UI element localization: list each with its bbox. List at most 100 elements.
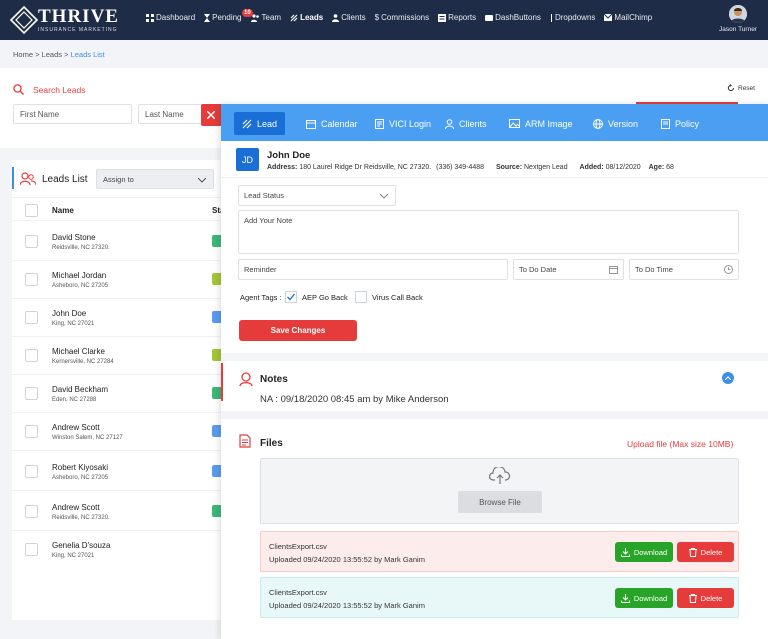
upload-file-link[interactable]: Upload file (Max size 10MB)	[627, 439, 733, 449]
table-row[interactable]: Michael Clarke Kernersville, NC 27284	[12, 337, 230, 375]
lead-name[interactable]: Andrew Scott	[52, 423, 100, 432]
nav-item-label: Leads	[300, 13, 324, 22]
file-uploaded-info: Uploaded 09/24/2020 13:55:52 by Mark Gan…	[269, 601, 425, 610]
note-textarea[interactable]: Add Your Note	[238, 210, 739, 254]
save-changes-button[interactable]: Save Changes	[239, 320, 357, 341]
chevron-down-icon	[380, 194, 388, 199]
table-row[interactable]: John Doe King, NC 27021	[12, 299, 230, 337]
lead-name[interactable]: Andrew Scott	[52, 503, 100, 512]
nav-item-reports[interactable]: Reports	[438, 13, 476, 22]
nav-item-leads[interactable]: Leads	[290, 13, 323, 22]
tab-arm-image[interactable]: ARM Image	[501, 112, 581, 135]
nav-item-label: Dropdowns	[554, 13, 596, 22]
notes-accent-bar	[221, 363, 223, 401]
user-name: Jason Turner	[719, 26, 757, 33]
nav-item-label: Pending	[212, 13, 242, 22]
lead-status-select[interactable]: Lead Status	[238, 185, 396, 206]
row-checkbox[interactable]	[25, 543, 38, 556]
row-checkbox[interactable]	[25, 273, 38, 286]
lead-name[interactable]: David Stone	[52, 233, 96, 242]
tab-policy[interactable]: Policy	[653, 112, 707, 135]
download-label: Download	[633, 593, 668, 603]
assign-to-select[interactable]: Assign to	[96, 169, 214, 189]
lead-name[interactable]: David Beckham	[52, 385, 108, 394]
table-row[interactable]: David Beckham Eden, NC 27288	[12, 375, 230, 413]
lead-address: Asheboro, NC 27205	[52, 283, 109, 289]
divider	[221, 177, 768, 178]
reset-button[interactable]: Reset	[727, 84, 755, 92]
lead-name[interactable]: Robert Kiyosaki	[52, 463, 108, 472]
breadcrumb-home[interactable]: Home	[13, 50, 33, 59]
delete-button[interactable]: Delete	[677, 542, 734, 562]
row-checkbox[interactable]	[25, 235, 38, 248]
breadcrumb-leads[interactable]: Leads	[42, 50, 62, 59]
nav-item-label: Clients	[341, 13, 366, 22]
clear-search-button[interactable]	[201, 104, 221, 126]
tag-aep-go-back[interactable]: AEP Go Back	[285, 291, 348, 303]
trash-icon	[688, 547, 697, 557]
tab-label: Lead	[257, 118, 278, 129]
lead-info-line: Address: 180 Laurel Ridge Dr Reidsville,…	[267, 164, 674, 171]
lead-phone[interactable]: (336) 349-4488	[436, 164, 484, 171]
nav-item-mailchimp[interactable]: MailChimp	[604, 13, 652, 22]
source-label: Source:	[495, 164, 523, 171]
tab-calendar[interactable]: Calendar	[298, 112, 366, 135]
tab-clients[interactable]: Clients	[437, 112, 495, 135]
row-checkbox[interactable]	[25, 505, 38, 518]
row-checkbox[interactable]	[25, 465, 38, 478]
section-separator	[221, 411, 768, 419]
table-row[interactable]: Andrew Scott Reidsville, NC 27320.	[12, 493, 230, 531]
collapse-notes-button[interactable]	[722, 372, 734, 384]
tab-vici-login[interactable]: VICI Login	[367, 112, 439, 135]
tab-version[interactable]: Version	[585, 112, 646, 135]
lead-name[interactable]: Michael Clarke	[52, 347, 105, 356]
first-name-input[interactable]: First Name	[13, 104, 132, 124]
user-menu[interactable]: Jason Turner	[716, 5, 760, 33]
download-button[interactable]: Download	[615, 588, 673, 608]
nav-item-team[interactable]: Team	[250, 13, 282, 22]
agent-tags-label: Agent Tags :	[240, 293, 282, 302]
nav-item-label: Team	[261, 13, 282, 22]
nav-item-clients[interactable]: Clients	[332, 13, 366, 22]
reminder-input[interactable]: Reminder	[238, 259, 508, 280]
browse-file-button[interactable]: Browse File	[458, 491, 542, 513]
nav-item-dashboard[interactable]: Dashboard	[146, 13, 195, 22]
tag-checkbox[interactable]	[355, 291, 367, 303]
select-all-checkbox[interactable]	[25, 204, 38, 217]
table-row[interactable]: Andrew Scott Winston Salem, NC 27127	[12, 413, 230, 451]
tab-lead[interactable]: Lead	[234, 112, 286, 135]
file-drop-zone[interactable]: Browse File	[260, 458, 739, 524]
download-icon	[620, 593, 630, 603]
lead-name[interactable]: Genelia D'souza	[52, 541, 110, 550]
nav-item-pending[interactable]: Pending	[204, 13, 242, 22]
todo-date-input[interactable]: To Do Date	[513, 259, 624, 280]
tab-label: ARM Image	[525, 118, 573, 129]
logo[interactable]: THRIVE INSURANCE MARKETING	[8, 6, 120, 36]
lead-name[interactable]: John Doe	[52, 309, 86, 318]
delete-button[interactable]: Delete	[677, 588, 734, 608]
nav-item-commissions[interactable]: $ Commissions	[375, 13, 429, 22]
download-button[interactable]: Download	[615, 542, 673, 562]
table-row[interactable]: David Stone Reidsville, NC 27320.	[12, 223, 230, 261]
search-icon	[13, 84, 24, 95]
row-checkbox[interactable]	[25, 349, 38, 362]
user-icon	[445, 118, 454, 129]
table-row[interactable]: Genelia D'souza King, NC 27021	[12, 531, 230, 569]
tag-virus-call-back[interactable]: Virus Call Back	[355, 291, 423, 303]
grid-icon	[146, 13, 154, 22]
address-label: Address:	[267, 164, 298, 171]
table-row[interactable]: Robert Kiyosaki Asheboro, NC 27205	[12, 453, 230, 491]
nav-item-dashbuttons[interactable]: DashButtons	[485, 13, 541, 22]
lead-name[interactable]: Michael Jordan	[52, 271, 106, 280]
nav-item-dropdowns[interactable]: Dropdowns	[550, 13, 595, 22]
last-name-input[interactable]: Last Name	[138, 104, 202, 124]
row-checkbox[interactable]	[25, 425, 38, 438]
nav-item-label: Commissions	[381, 13, 430, 22]
todo-time-input[interactable]: To Do Time	[629, 259, 739, 280]
logo-diamond-icon	[10, 6, 38, 34]
row-checkbox[interactable]	[25, 311, 38, 324]
calendar-icon	[609, 266, 618, 274]
row-checkbox[interactable]	[25, 387, 38, 400]
table-row[interactable]: Michael Jordan Asheboro, NC 27205	[12, 261, 230, 299]
dropdown-icon	[550, 13, 552, 22]
